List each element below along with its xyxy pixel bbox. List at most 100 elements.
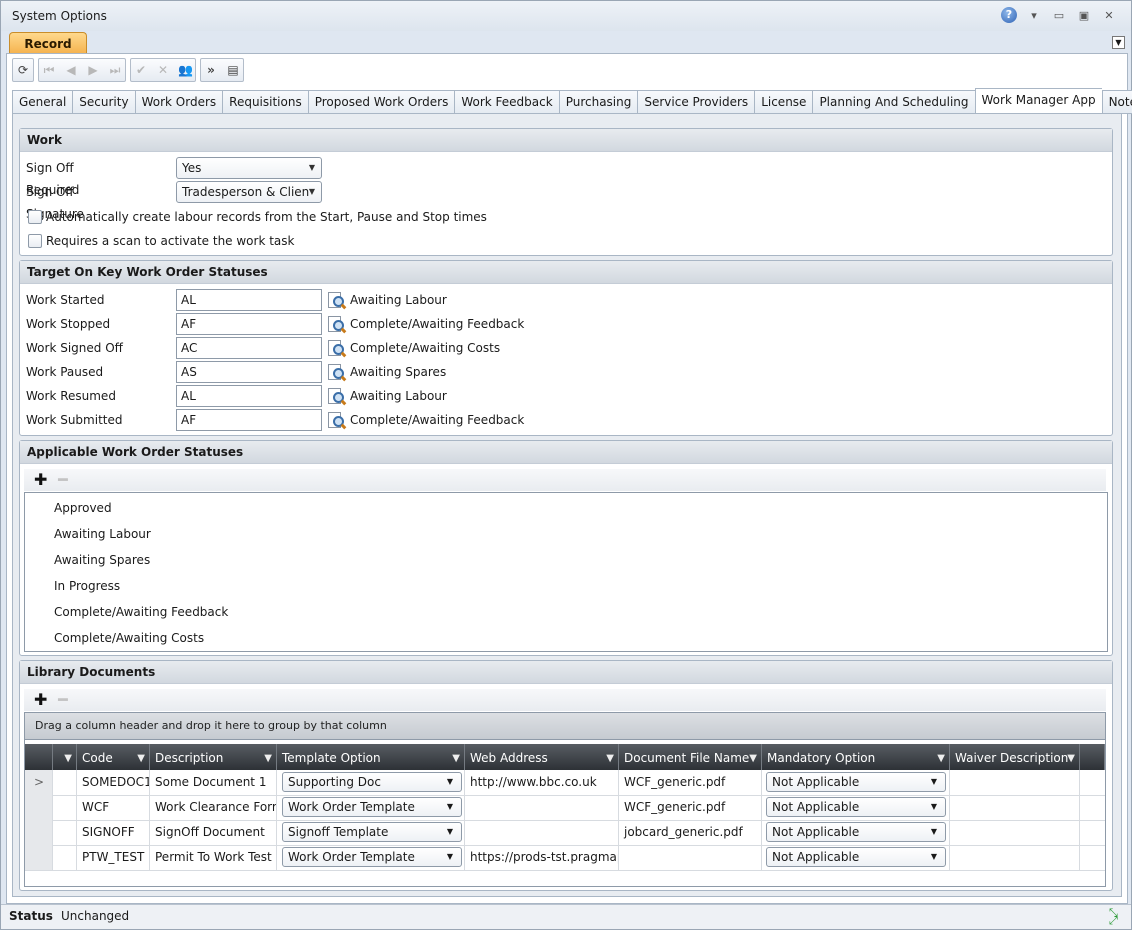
code-cell[interactable]: SOMEDOC1 (77, 770, 150, 795)
waiver-description-cell[interactable] (950, 845, 1080, 870)
tab-work-manager-app[interactable]: Work Manager App (974, 88, 1102, 114)
more-actions-icon[interactable]: » (204, 63, 218, 77)
status-list-item[interactable]: Awaiting Labour (25, 521, 1107, 547)
remove-document-icon[interactable]: ━ (58, 690, 68, 709)
maximize-icon[interactable]: ▣ (1076, 9, 1092, 22)
filter-icon[interactable]: ▼ (452, 745, 460, 773)
description-cell[interactable]: Permit To Work Test (150, 845, 277, 870)
template-option-select[interactable]: Supporting Doc ▼ (282, 772, 462, 792)
column-header-waiver-description[interactable]: Waiver Description ▼ (950, 744, 1080, 770)
web-address-cell[interactable] (465, 795, 619, 820)
document-file-name-cell[interactable] (619, 845, 762, 870)
help-dropdown-icon[interactable]: ▾ (1026, 9, 1042, 22)
target-status-code-field[interactable]: AL (176, 385, 322, 407)
target-status-code-field[interactable]: AF (176, 409, 322, 431)
row-indicator[interactable] (25, 845, 53, 870)
refresh-icon[interactable]: ⟳ (16, 63, 30, 77)
tab-notes[interactable]: Notes (1101, 90, 1132, 114)
target-status-code-field[interactable]: AF (176, 313, 322, 335)
filter-icon[interactable]: ▼ (749, 745, 757, 773)
mandatory-option-select[interactable]: Not Applicable ▼ (766, 772, 946, 792)
users-icon[interactable]: 👥 (178, 63, 193, 77)
group-by-panel[interactable]: Drag a column header and drop it here to… (25, 713, 1105, 740)
sign-off-signature-select[interactable]: Tradesperson & Clien ▼ (176, 181, 322, 203)
code-cell[interactable]: WCF (77, 795, 150, 820)
tab-planning-and-scheduling[interactable]: Planning And Scheduling (812, 90, 975, 114)
table-row[interactable]: > SOMEDOC1 Some Document 1 Supporting Doc ▼ h… (25, 770, 1105, 796)
mandatory-option-select[interactable]: Not Applicable ▼ (766, 847, 946, 867)
add-document-icon[interactable]: ✚ (34, 690, 47, 709)
tab-service-providers[interactable]: Service Providers (637, 90, 755, 114)
tab-general[interactable]: General (12, 90, 73, 114)
column-header-description[interactable]: Description ▼ (150, 744, 277, 770)
lookup-icon[interactable] (327, 387, 347, 406)
tab-work-feedback[interactable]: Work Feedback (454, 90, 559, 114)
remove-status-icon[interactable]: ━ (58, 470, 68, 489)
sign-off-required-select[interactable]: Yes ▼ (176, 157, 322, 179)
table-row[interactable]: WCF Work Clearance Form Work Order Templat… (25, 795, 1105, 821)
waiver-description-cell[interactable] (950, 795, 1080, 820)
minimize-icon[interactable]: ▭ (1051, 9, 1067, 22)
filter-icon[interactable]: ▼ (64, 745, 72, 773)
status-list-item[interactable]: In Progress (25, 573, 1107, 599)
column-header-web-address[interactable]: Web Address ▼ (465, 744, 619, 770)
status-list-item[interactable]: Approved (25, 495, 1107, 521)
cancel-x-icon[interactable]: ✕ (156, 63, 170, 77)
code-cell[interactable]: SIGNOFF (77, 820, 150, 845)
filter-icon[interactable]: ▼ (937, 745, 945, 773)
expand-icon[interactable]: ⤡ ⤢ (1109, 907, 1125, 926)
status-list-item[interactable]: Complete/Awaiting Costs (25, 625, 1107, 651)
lookup-icon[interactable] (327, 363, 347, 382)
table-row[interactable]: PTW_TEST Permit To Work Test Work Order Te… (25, 845, 1105, 871)
help-icon[interactable]: ? (1001, 7, 1017, 23)
target-status-code-field[interactable]: AS (176, 361, 322, 383)
web-address-cell[interactable]: https://prods-tst.pragmap (465, 845, 619, 870)
mandatory-option-select[interactable]: Not Applicable ▼ (766, 822, 946, 842)
lookup-icon[interactable] (327, 291, 347, 310)
column-header-code[interactable]: Code ▼ (77, 744, 150, 770)
row-indicator[interactable] (25, 795, 53, 820)
web-address-cell[interactable]: http://www.bbc.co.uk (465, 770, 619, 795)
lookup-icon[interactable] (327, 315, 347, 334)
web-address-cell[interactable] (465, 820, 619, 845)
description-cell[interactable]: Work Clearance Form (150, 795, 277, 820)
first-record-icon[interactable]: ⏮ (42, 63, 56, 78)
description-cell[interactable]: Some Document 1 (150, 770, 277, 795)
filter-icon[interactable]: ▼ (137, 745, 145, 773)
template-option-select[interactable]: Work Order Template ▼ (282, 847, 462, 867)
mandatory-option-select[interactable]: Not Applicable ▼ (766, 797, 946, 817)
last-record-icon[interactable]: ⏭ (108, 63, 122, 78)
next-record-icon[interactable]: ▶ (86, 63, 100, 77)
document-file-name-cell[interactable]: WCF_generic.pdf (619, 795, 762, 820)
table-row[interactable]: SIGNOFF SignOff Document Signoff Template ▼… (25, 820, 1105, 846)
save-check-icon[interactable]: ✔ (134, 63, 148, 77)
tab-work-orders[interactable]: Work Orders (134, 90, 223, 114)
close-icon[interactable]: ✕ (1101, 9, 1117, 22)
document-file-name-cell[interactable]: jobcard_generic.pdf (619, 820, 762, 845)
ribbon-tab-record[interactable]: Record (9, 32, 87, 55)
report-icon[interactable]: ▤ (226, 63, 240, 77)
previous-record-icon[interactable]: ◀ (64, 63, 78, 77)
filter-icon[interactable]: ▼ (1067, 745, 1075, 773)
tab-license[interactable]: License (754, 90, 813, 114)
status-list-item[interactable]: Complete/Awaiting Feedback (25, 599, 1107, 625)
scan-checkbox[interactable] (28, 234, 42, 248)
target-status-code-field[interactable]: AC (176, 337, 322, 359)
row-indicator[interactable] (25, 820, 53, 845)
waiver-description-cell[interactable] (950, 770, 1080, 795)
target-status-code-field[interactable]: AL (176, 289, 322, 311)
tab-purchasing[interactable]: Purchasing (558, 90, 638, 114)
column-header-mandatory-option[interactable]: Mandatory Option ▼ (762, 744, 950, 770)
tab-proposed-work-orders[interactable]: Proposed Work Orders (307, 90, 455, 114)
document-file-name-cell[interactable]: WCF_generic.pdf (619, 770, 762, 795)
code-cell[interactable]: PTW_TEST (77, 845, 150, 870)
auto-labour-checkbox[interactable] (28, 210, 42, 224)
description-cell[interactable]: SignOff Document (150, 820, 277, 845)
lookup-icon[interactable] (327, 339, 347, 358)
filter-icon[interactable]: ▼ (264, 745, 272, 773)
lookup-icon[interactable] (327, 411, 347, 430)
tab-requisitions[interactable]: Requisitions (222, 90, 308, 114)
ribbon-collapse-icon[interactable]: ▼ (1112, 36, 1125, 49)
waiver-description-cell[interactable] (950, 820, 1080, 845)
template-option-select[interactable]: Work Order Template ▼ (282, 797, 462, 817)
